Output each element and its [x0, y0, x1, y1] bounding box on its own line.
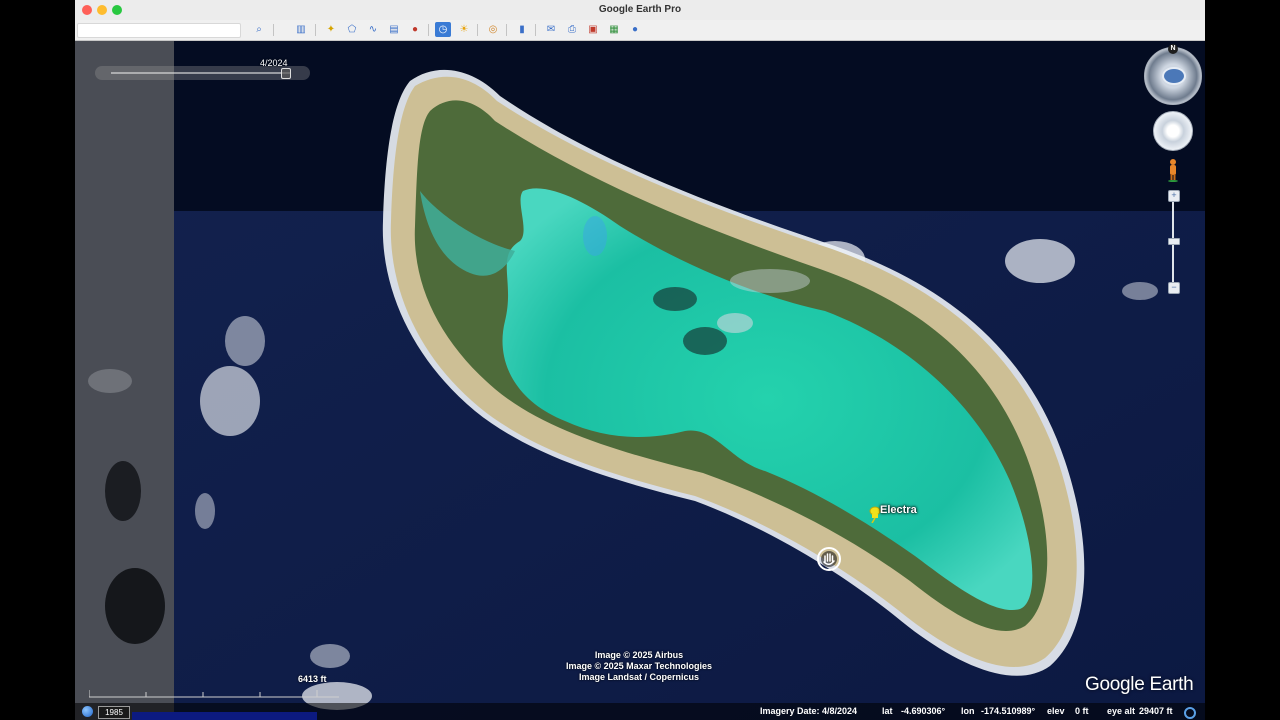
google-earth-logo: Google Earth — [1085, 674, 1194, 695]
attribution-line-1: Image © 2025 Airbus — [594, 650, 684, 660]
scale-label: 6413 ft — [298, 674, 327, 684]
add-path-icon[interactable]: ∿ — [365, 22, 381, 37]
toolbar-separator — [428, 24, 429, 36]
attribution-line-3: Image Landsat / Copernicus — [578, 672, 700, 682]
toolbar-separator — [535, 24, 536, 36]
toolbar-separator — [506, 24, 507, 36]
slider-track — [111, 72, 291, 74]
streaming-icon — [1184, 707, 1196, 719]
tour-year-box: 1985 — [98, 706, 130, 719]
slider-knob[interactable] — [280, 68, 291, 79]
elev-value: 0 ft — [1075, 706, 1089, 716]
print-icon[interactable]: ⎙ — [564, 22, 580, 37]
toolbar-separator — [273, 24, 274, 36]
add-placemark-icon[interactable]: ✦ — [323, 22, 339, 37]
scale-bar — [89, 690, 339, 698]
image-overlay-icon[interactable]: ▤ — [386, 22, 402, 37]
ruler-icon[interactable]: ▮ — [514, 22, 530, 37]
toolbar: ⌕ ▥ ✦ ⬠ ∿ ▤ ● ◷ ☀ ◎ ▮ ✉ ⎙ ▣ ▦ ● — [75, 20, 1205, 41]
historical-date-label: 4/2024 — [260, 58, 288, 68]
status-bar: 1985 Imagery Date: 4/8/2024 lat -4.69030… — [75, 703, 1205, 720]
lon-value: -174.510989° — [981, 706, 1036, 716]
search-icon[interactable]: ⌕ — [251, 22, 267, 37]
eye-icon[interactable] — [1162, 67, 1186, 85]
zoom-in-button[interactable]: + — [1168, 190, 1180, 202]
earth-gallery-icon[interactable]: ● — [627, 22, 643, 37]
placemark-label[interactable]: Electra — [880, 504, 917, 516]
planets-icon[interactable]: ◎ — [485, 22, 501, 37]
email-icon[interactable]: ✉ — [543, 22, 559, 37]
lat-label: lat — [882, 706, 893, 716]
view-in-maps-icon[interactable]: ▦ — [606, 22, 622, 37]
toolbar-separator — [315, 24, 316, 36]
google-earth-window: Google Earth Pro ⌕ ▥ ✦ ⬠ ∿ ▤ ● ◷ ☀ ◎ ▮ ✉… — [75, 0, 1205, 720]
save-image-icon[interactable]: ▣ — [585, 22, 601, 37]
hand-cursor-icon — [817, 547, 841, 571]
eye-alt-label: eye alt — [1107, 706, 1136, 716]
window-title: Google Earth Pro — [598, 4, 682, 15]
move-control[interactable] — [1153, 111, 1193, 151]
imagery-date: Imagery Date: 4/8/2024 — [760, 706, 858, 716]
zoom-slider[interactable]: + − — [1168, 190, 1180, 294]
eye-alt-value: 29407 ft — [1139, 706, 1173, 716]
lon-label: lon — [961, 706, 975, 716]
record-tour-icon[interactable]: ● — [407, 22, 423, 37]
north-indicator[interactable]: N — [1168, 44, 1178, 54]
lat-value: -4.690306° — [901, 706, 946, 716]
tour-progress-bar — [132, 712, 317, 720]
sidebar-toggle-icon[interactable]: ▥ — [293, 22, 309, 37]
sunlight-icon[interactable]: ☀ — [456, 22, 472, 37]
elev-label: elev — [1047, 706, 1065, 716]
toolbar-separator — [477, 24, 478, 36]
attribution-line-2: Image © 2025 Maxar Technologies — [565, 661, 713, 671]
map-view[interactable]: 4/2024 — [75, 41, 1205, 720]
pegman-icon[interactable] — [1167, 158, 1179, 182]
imagery-attribution: Image © 2025 Airbus Image © 2025 Maxar T… — [525, 650, 753, 683]
globe-icon[interactable] — [82, 706, 93, 717]
historical-imagery-slider[interactable] — [95, 66, 310, 80]
title-bar: Google Earth Pro — [75, 0, 1205, 21]
historical-imagery-icon[interactable]: ◷ — [435, 22, 451, 37]
add-polygon-icon[interactable]: ⬠ — [344, 22, 360, 37]
satellite-imagery — [75, 41, 1205, 720]
zoom-thumb[interactable] — [1168, 238, 1180, 245]
zoom-out-button[interactable]: − — [1168, 282, 1180, 294]
search-input[interactable] — [77, 23, 241, 38]
